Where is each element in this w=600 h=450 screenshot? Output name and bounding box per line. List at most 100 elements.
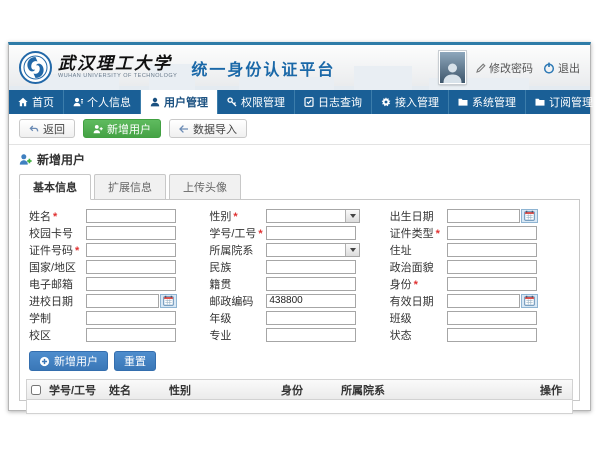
nav-tab-permission-management[interactable]: 权限管理 (218, 90, 295, 114)
postal-code-label: 邮政编码 (209, 293, 266, 309)
address-field: 住址 (390, 241, 570, 258)
tab-upload-avatar[interactable]: 上传头像 (169, 174, 241, 200)
logout-link[interactable]: 退出 (543, 60, 580, 76)
id-type-label: 证件类型* (390, 225, 447, 241)
political-status-input[interactable] (447, 260, 537, 274)
required-marker: * (258, 228, 262, 240)
class-input[interactable] (447, 311, 537, 325)
education-length-field: 学制 (29, 309, 209, 326)
native-place-field: 籍贯 (209, 275, 389, 292)
email-field: 电子邮箱 (29, 275, 209, 292)
campus-input[interactable] (86, 328, 176, 342)
nav-tab-access-management[interactable]: 接入管理 (372, 90, 449, 114)
valid-date-field: 有效日期 (390, 292, 570, 309)
birth-date-input[interactable] (447, 209, 520, 223)
back-button[interactable]: 返回 (19, 119, 75, 138)
change-password-label: 修改密码 (489, 60, 533, 76)
major-label: 专业 (209, 327, 266, 343)
calendar-icon[interactable] (521, 294, 538, 308)
ethnicity-field: 民族 (209, 258, 389, 275)
campus-card-field: 校园卡号 (29, 224, 209, 241)
nav-tab-personal-info[interactable]: 个人信息 (64, 90, 141, 114)
change-password-link[interactable]: 修改密码 (476, 60, 533, 76)
brand-header: 武汉理工大学 WUHAN UNIVERSITY OF TECHNOLOGY 统一… (9, 45, 590, 90)
users-icon (150, 97, 160, 107)
native-place-input[interactable] (266, 277, 356, 291)
nav-tab-subscription-management[interactable]: 订阅管理 (526, 90, 600, 114)
toolbar: 返回 新增用户 数据导入 (9, 114, 590, 145)
grade-input[interactable] (266, 311, 356, 325)
new-user-button[interactable]: 新增用户 (83, 119, 161, 138)
campus-field: 校区 (29, 326, 209, 343)
reset-button[interactable]: 重置 (114, 351, 156, 371)
valid-date-input[interactable] (447, 294, 520, 308)
folder-icon (458, 97, 468, 107)
university-logo-icon (19, 51, 52, 84)
calendar-icon[interactable] (160, 294, 177, 308)
nav-tab-home[interactable]: 首页 (9, 90, 64, 114)
valid-date-label: 有效日期 (390, 293, 447, 309)
ethnicity-input[interactable] (266, 260, 356, 274)
required-marker: * (436, 228, 440, 240)
folder-icon (535, 97, 545, 107)
id-type-input[interactable] (447, 226, 537, 240)
back-button-label: 返回 (43, 121, 65, 137)
status-label: 状态 (390, 327, 447, 343)
native-place-label: 籍贯 (209, 276, 266, 292)
nav-tab-user-management[interactable]: 用户管理 (141, 90, 218, 114)
column-department: 所属院系 (337, 382, 536, 398)
new-user-form: 姓名* 性别* 出生日期 校园卡号 学号/工号* 证件类型* (25, 205, 574, 343)
users-table: 学号/工号 姓名 性别 身份 所属院系 操作 (26, 379, 573, 414)
tab-basic-info[interactable]: 基本信息 (19, 174, 91, 200)
entry-date-input[interactable] (86, 294, 159, 308)
department-select[interactable] (266, 243, 360, 257)
ethnicity-label: 民族 (209, 259, 266, 275)
name-label: 姓名* (29, 208, 86, 224)
calendar-icon[interactable] (521, 209, 538, 223)
nav-label: 首页 (32, 94, 54, 110)
identity-label: 身份* (390, 276, 447, 292)
users-table-header: 学号/工号 姓名 性别 身份 所属院系 操作 (27, 380, 572, 400)
tab-extended-info[interactable]: 扩展信息 (94, 174, 166, 200)
submit-new-user-button[interactable]: 新增用户 (29, 351, 108, 371)
major-input[interactable] (266, 328, 356, 342)
data-import-button-label: 数据导入 (193, 121, 237, 137)
table-empty-row (27, 400, 572, 413)
nav-tab-log-query[interactable]: 日志查询 (295, 90, 372, 114)
data-import-button[interactable]: 数据导入 (169, 119, 247, 138)
education-length-input[interactable] (86, 311, 176, 325)
status-field: 状态 (390, 326, 570, 343)
name-input[interactable] (86, 209, 176, 223)
id-number-field: 证件号码* (29, 241, 209, 258)
id-number-input[interactable] (86, 243, 176, 257)
status-input[interactable] (447, 328, 537, 342)
address-input[interactable] (447, 243, 537, 257)
select-all-checkbox[interactable] (31, 385, 41, 395)
nav-label: 订阅管理 (549, 94, 593, 110)
gender-select[interactable] (266, 209, 360, 223)
postal-code-field: 邮政编码 (209, 292, 389, 309)
nav-tab-system-management[interactable]: 系统管理 (449, 90, 526, 114)
nav-label: 个人信息 (87, 94, 131, 110)
chevron-down-icon (345, 244, 359, 256)
section-header: 新增用户 (9, 145, 590, 172)
country-region-input[interactable] (86, 260, 176, 274)
email-input[interactable] (86, 277, 176, 291)
skyline-decoration (354, 66, 412, 90)
app-window: 武汉理工大学 WUHAN UNIVERSITY OF TECHNOLOGY 统一… (8, 42, 591, 411)
name-field: 姓名* (29, 207, 209, 224)
campus-card-input[interactable] (86, 226, 176, 240)
nav-label: 系统管理 (472, 94, 516, 110)
education-length-label: 学制 (29, 310, 86, 326)
home-icon (18, 97, 28, 107)
major-field: 专业 (209, 326, 389, 343)
nav-label: 权限管理 (241, 94, 285, 110)
gender-field: 性别* (209, 207, 389, 224)
student-staff-id-input[interactable] (266, 226, 356, 240)
postal-code-input[interactable] (266, 294, 356, 308)
column-operation: 操作 (536, 382, 572, 398)
gender-label: 性别* (209, 208, 266, 224)
identity-input[interactable] (447, 277, 537, 291)
required-marker: * (53, 211, 57, 223)
submit-button-label: 新增用户 (54, 353, 98, 369)
